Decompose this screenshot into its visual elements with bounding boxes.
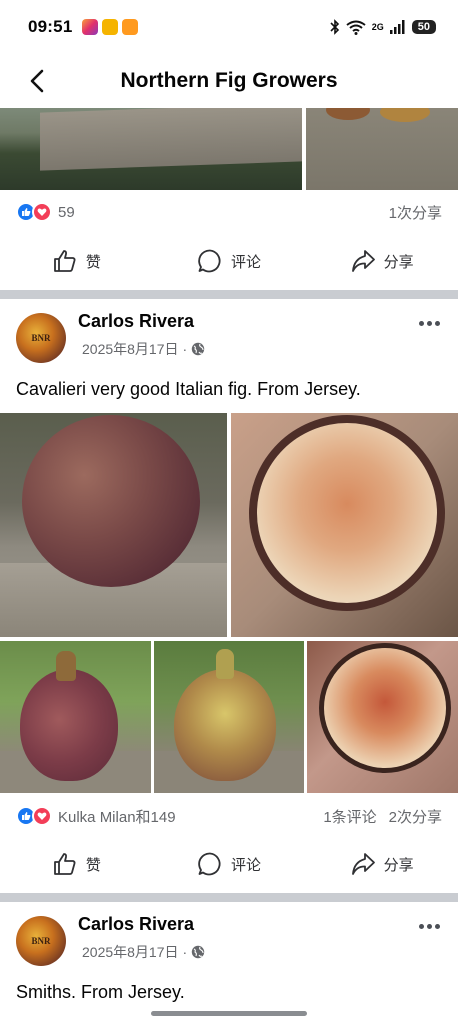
group-header: Northern Fig Growers (0, 54, 458, 108)
author-name[interactable]: Carlos Rivera (78, 311, 194, 332)
shopping-app-icon (102, 19, 119, 35)
reaction-icons[interactable] (16, 202, 52, 222)
fig-photo-image (20, 669, 118, 781)
thumbs-up-icon (53, 853, 76, 875)
like-label: 赞 (85, 253, 101, 271)
post-date[interactable]: 2025年8月17日 (82, 339, 179, 359)
comment-button[interactable]: 评论 (153, 248, 306, 274)
share-button[interactable]: 分享 (305, 851, 458, 877)
battery-indicator: 50 (411, 20, 436, 34)
signal-icon (389, 20, 405, 34)
reaction-icons[interactable] (16, 806, 52, 826)
avatar[interactable]: BNR (16, 313, 66, 363)
avatar[interactable]: BNR (16, 916, 66, 966)
share-label: 分享 (383, 253, 414, 271)
taobao-icon (122, 19, 139, 35)
post-header: BNR Carlos Rivera 2025年8月17日 · (0, 908, 458, 972)
thumbs-up-icon (53, 250, 76, 272)
post-divider (0, 290, 458, 299)
love-reaction-icon (32, 202, 52, 222)
avatar-logo-text: BNR (31, 936, 51, 946)
comment-button[interactable]: 评论 (153, 851, 306, 877)
wifi-icon (346, 20, 366, 35)
bluetooth-icon (330, 19, 339, 35)
post-date[interactable]: 2025年8月17日 (82, 942, 179, 962)
back-button[interactable] (22, 66, 52, 96)
fig-photo[interactable] (0, 413, 227, 637)
like-button[interactable]: 赞 (0, 851, 153, 877)
previous-post-photos[interactable] (0, 108, 458, 190)
meta-separator: · (182, 341, 188, 357)
network-type-label: 2G (371, 22, 384, 32)
previous-post-photo[interactable] (306, 108, 458, 190)
share-icon (351, 853, 375, 875)
fig-photo[interactable] (231, 413, 458, 637)
comment-label: 评论 (231, 856, 262, 874)
more-options-button[interactable] (414, 313, 444, 333)
post-reactions: Kulka Milan和149 1条评论 2次分享 (0, 794, 458, 838)
globe-icon (191, 945, 205, 959)
comment-icon (198, 249, 221, 273)
love-reaction-icon (32, 806, 52, 826)
fig-photo-image (174, 669, 276, 781)
post-header: BNR Carlos Rivera 2025年8月17日 · (0, 305, 458, 369)
share-label: 分享 (383, 856, 414, 874)
comment-label: 评论 (231, 253, 262, 271)
more-options-button[interactable] (414, 916, 444, 936)
post-text: Smiths. From Jersey. (16, 982, 185, 1002)
status-bar: 09:51 2G 50 (0, 0, 458, 54)
share-button[interactable]: 分享 (305, 248, 458, 274)
share-count[interactable]: 1次分享 (389, 202, 442, 223)
status-time: 09:51 (28, 17, 73, 36)
fig-photo-image (22, 415, 200, 587)
instagram-icon (82, 19, 99, 35)
author-name[interactable]: Carlos Rivera (78, 914, 194, 935)
meta-separator: · (182, 944, 188, 960)
fig-photo[interactable] (0, 641, 151, 793)
comment-count[interactable]: 1条评论 (323, 806, 376, 827)
fig-photo[interactable] (154, 641, 304, 793)
post-text: Cavalieri very good Italian fig. From Je… (16, 379, 361, 399)
previous-post-actions: 赞 评论 分享 (0, 234, 458, 288)
share-icon (351, 250, 375, 272)
post-actions: 赞 评论 分享 (0, 837, 458, 891)
previous-post-photo[interactable] (0, 108, 302, 190)
photo-grid (0, 413, 458, 793)
previous-post-reactions: 59 1次分享 (0, 190, 458, 234)
page-title: Northern Fig Growers (120, 69, 338, 92)
fig-photo[interactable] (307, 641, 458, 793)
post-meta: 2025年8月17日 · (82, 339, 205, 359)
globe-icon (191, 342, 205, 356)
share-count[interactable]: 2次分享 (389, 806, 442, 827)
avatar-logo-text: BNR (31, 333, 51, 343)
like-label: 赞 (85, 856, 101, 874)
reaction-count[interactable]: 59 (58, 204, 75, 221)
post-meta: 2025年8月17日 · (82, 942, 205, 962)
status-indicators: 2G 50 (330, 19, 436, 35)
post-divider (0, 893, 458, 902)
home-indicator[interactable] (151, 1011, 307, 1016)
like-button[interactable]: 赞 (0, 248, 153, 274)
reactions-summary[interactable]: Kulka Milan和149 (58, 806, 176, 827)
chevron-left-icon (30, 69, 44, 93)
notification-icons (82, 19, 139, 35)
comment-icon (198, 852, 221, 876)
